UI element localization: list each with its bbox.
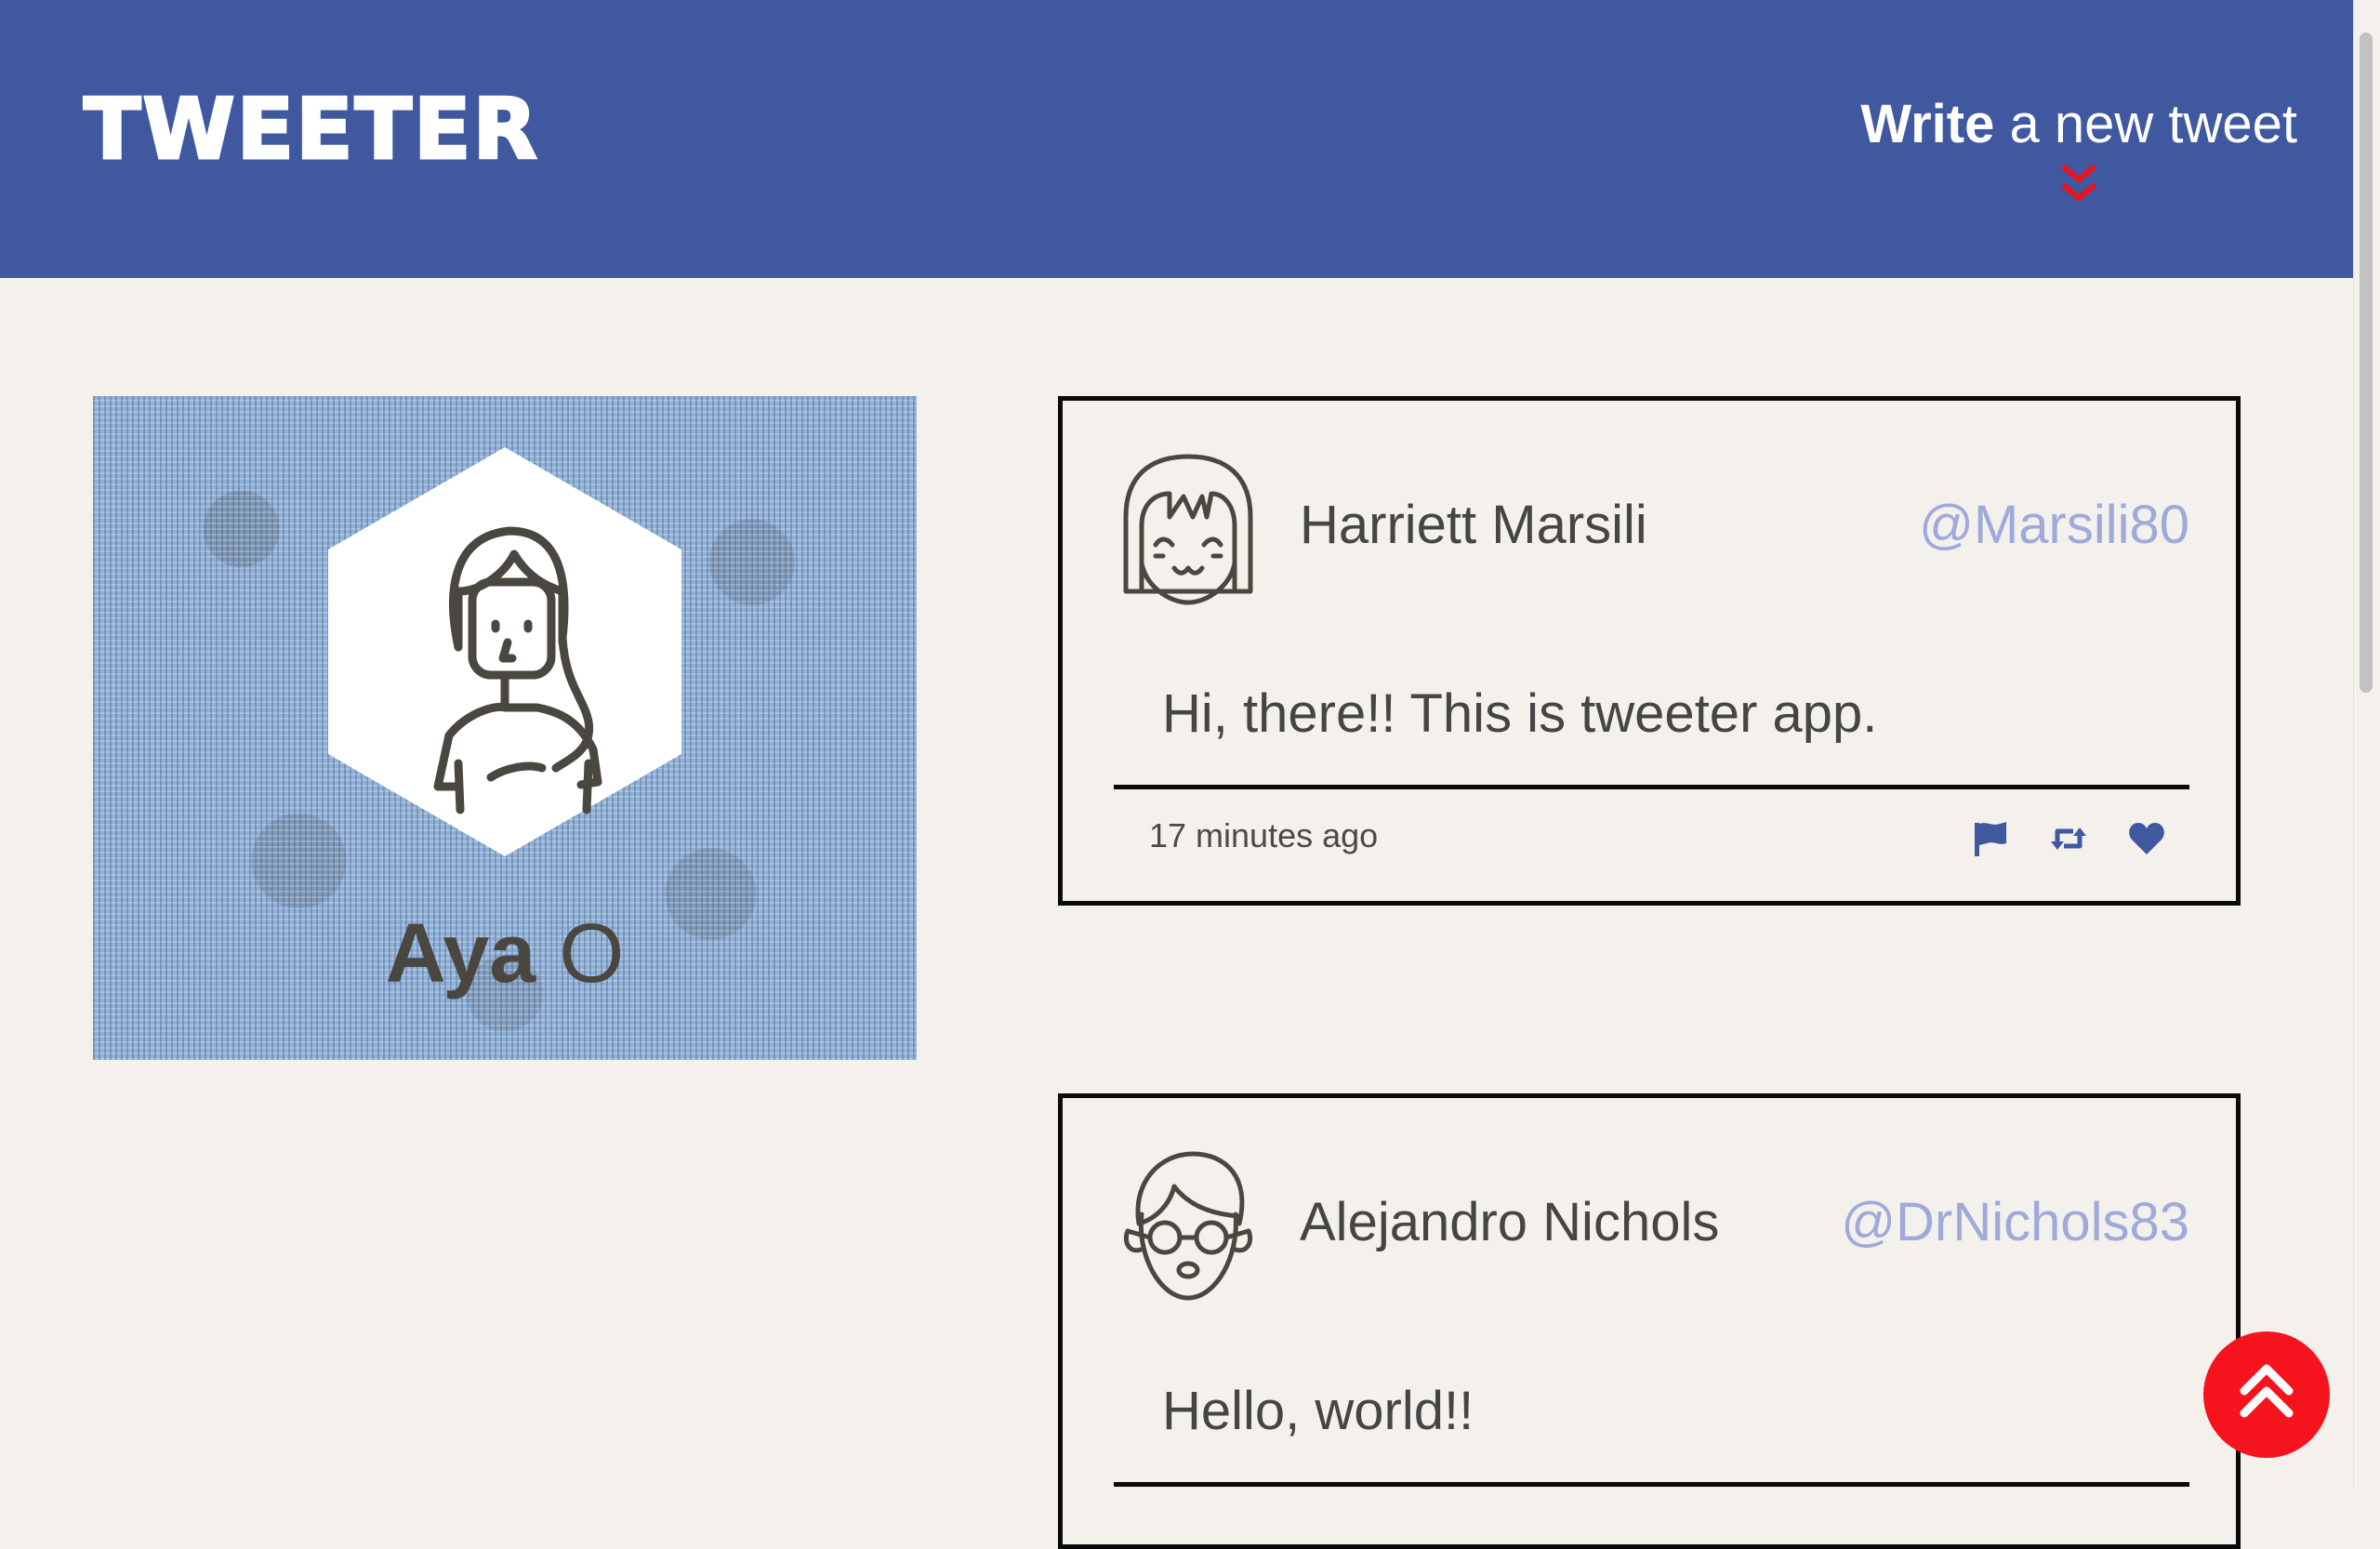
tweet-actions bbox=[1971, 819, 2166, 866]
scroll-to-top-button[interactable] bbox=[2203, 1331, 2330, 1458]
profile-name: Aya O bbox=[93, 912, 917, 996]
scrollbar-thumb[interactable] bbox=[2360, 33, 2373, 693]
tweet-author-handle[interactable]: @Marsili80 bbox=[1919, 498, 2189, 552]
tweet-content: Hello, world!! bbox=[1162, 1381, 1474, 1441]
double-chevron-down-icon[interactable] bbox=[2056, 161, 2102, 207]
flag-icon[interactable] bbox=[1971, 819, 2010, 858]
compose-label: Write a new tweet bbox=[1860, 98, 2297, 152]
app-logo[interactable]: TWEETER bbox=[83, 86, 539, 173]
top-navbar: TWEETER Write a new tweet bbox=[0, 0, 2353, 278]
tweet-card: Harriett Marsili @Marsili80 Hi, there!! … bbox=[1058, 396, 2241, 906]
compose-label-strong: Write bbox=[1860, 94, 1995, 154]
girl-avatar-icon bbox=[1123, 454, 1253, 605]
profile-first-name: Aya bbox=[385, 907, 536, 1000]
man-glasses-avatar-icon bbox=[1123, 1151, 1253, 1301]
tweet-author-handle[interactable]: @DrNichols83 bbox=[1841, 1196, 2189, 1250]
tweet-divider bbox=[1114, 785, 2189, 789]
heart-icon[interactable] bbox=[2127, 819, 2166, 858]
profile-card: Aya O bbox=[93, 396, 917, 1060]
tweet-content: Hi, there!! This is tweeter app. bbox=[1162, 683, 1878, 744]
tweet-author-name: Alejandro Nichols bbox=[1300, 1192, 1720, 1252]
retweet-icon[interactable] bbox=[2049, 819, 2088, 858]
tweet-timestamp: 17 minutes ago bbox=[1149, 816, 1379, 854]
tweet-divider bbox=[1114, 1482, 2189, 1487]
double-chevron-up-icon bbox=[2240, 1364, 2294, 1418]
profile-last-name: O bbox=[559, 907, 625, 1000]
female-avatar-icon bbox=[328, 447, 681, 856]
compose-toggle-button[interactable]: Write a new tweet bbox=[1860, 98, 2297, 207]
tweet-card: Alejandro Nichols @DrNichols83 Hello, wo… bbox=[1058, 1093, 2241, 1549]
compose-label-rest: a new tweet bbox=[1994, 94, 2297, 154]
tweet-author-name: Harriett Marsili bbox=[1300, 495, 1647, 555]
